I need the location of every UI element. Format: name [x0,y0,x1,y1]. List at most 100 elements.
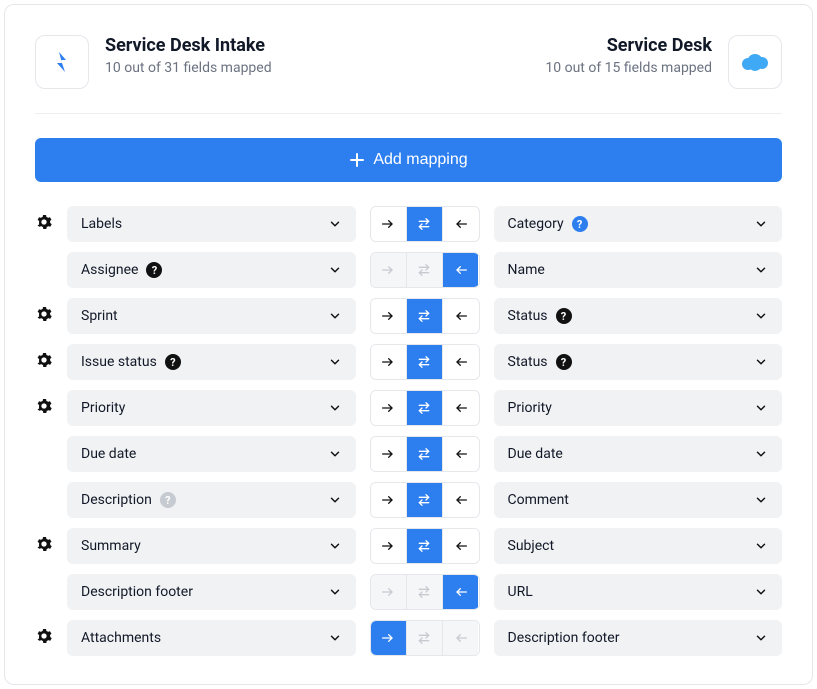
direction-right-button[interactable] [371,529,407,563]
target-field-select[interactable]: Category? [494,206,783,242]
mapping-row: Summary Subject [35,528,782,564]
gear-col [35,352,53,372]
source-field-label: Assignee [81,262,138,278]
source-field-label: Issue status [81,354,157,370]
row-settings-button[interactable] [36,398,52,418]
direction-right-button[interactable] [371,621,407,655]
source-field-select[interactable]: Issue status? [67,344,356,380]
source-field-select[interactable]: Assignee? [67,252,356,288]
chevron-down-icon [328,585,342,599]
direction-left-button[interactable] [443,391,478,425]
direction-toggle [370,206,480,242]
row-settings-button[interactable] [36,628,52,648]
direction-right-button[interactable] [371,207,407,241]
chevron-down-icon [328,217,342,231]
direction-right-button[interactable] [371,391,407,425]
direction-both-button[interactable] [407,345,443,379]
direction-toggle [370,298,480,334]
gear-col [35,628,53,648]
direction-both-button[interactable] [407,207,443,241]
target-field-label: Description footer [508,630,620,646]
chevron-down-icon [754,585,768,599]
gear-icon [36,214,52,230]
target-field-select[interactable]: Due date [494,436,783,472]
chevron-down-icon [328,631,342,645]
source-field-select[interactable]: Priority [67,390,356,426]
source-field-label: Summary [81,538,141,554]
direction-toggle [370,252,480,288]
row-settings-button[interactable] [36,352,52,372]
target-field-select[interactable]: Status? [494,298,783,334]
direction-both-button[interactable] [407,391,443,425]
direction-both-button[interactable] [407,529,443,563]
direction-left-button[interactable] [443,575,478,609]
header-left: Service Desk Intake 10 out of 31 fields … [35,35,272,89]
info-badge-icon: ? [572,216,588,232]
direction-both-button[interactable] [407,437,443,471]
target-field-select[interactable]: Comment [494,482,783,518]
direction-right-button[interactable] [371,483,407,517]
row-settings-button[interactable] [36,536,52,556]
direction-left-button[interactable] [443,207,478,241]
direction-left-button[interactable] [443,299,478,333]
target-field-label: Status [508,308,548,324]
direction-toggle [370,620,480,656]
source-field-select[interactable]: Sprint [67,298,356,334]
target-field-select[interactable]: Subject [494,528,783,564]
target-app-icon [728,35,782,89]
direction-left-button[interactable] [443,483,478,517]
info-badge-icon: ? [160,492,176,508]
source-field-select[interactable]: Description footer [67,574,356,610]
direction-right-button[interactable] [371,299,407,333]
gear-col [35,398,53,418]
target-title-block: Service Desk 10 out of 15 fields mapped [545,35,712,76]
add-mapping-button[interactable]: Add mapping [35,138,782,182]
target-field-select[interactable]: Priority [494,390,783,426]
direction-right-button[interactable] [371,345,407,379]
gear-col [35,536,53,556]
direction-both-button[interactable] [407,299,443,333]
direction-both-button [407,253,443,287]
target-field-select[interactable]: Status? [494,344,783,380]
direction-toggle [370,390,480,426]
chevron-down-icon [328,447,342,461]
direction-both-button[interactable] [407,483,443,517]
mapping-rows: Labels Category? Assignee? Name Sprint Status… [35,206,782,656]
direction-left-button[interactable] [443,345,478,379]
source-field-select[interactable]: Labels [67,206,356,242]
row-settings-button[interactable] [36,214,52,234]
chevron-down-icon [328,493,342,507]
chevron-down-icon [754,355,768,369]
direction-right-button[interactable] [371,437,407,471]
target-field-select[interactable]: URL [494,574,783,610]
direction-toggle [370,528,480,564]
direction-both-button [407,621,443,655]
source-subtitle: 10 out of 31 fields mapped [105,60,272,76]
source-field-select[interactable]: Due date [67,436,356,472]
direction-left-button[interactable] [443,437,478,471]
gear-icon [36,398,52,414]
direction-toggle [370,436,480,472]
direction-left-button[interactable] [443,253,478,287]
chevron-down-icon [754,493,768,507]
direction-right-button [371,253,407,287]
direction-left-button[interactable] [443,529,478,563]
source-field-select[interactable]: Description? [67,482,356,518]
gear-icon [36,352,52,368]
source-field-select[interactable]: Attachments [67,620,356,656]
source-field-select[interactable]: Summary [67,528,356,564]
source-field-label: Priority [81,400,125,416]
target-field-label: Comment [508,492,569,508]
chevron-down-icon [754,539,768,553]
mapping-row: Priority Priority [35,390,782,426]
target-field-label: Status [508,354,548,370]
direction-right-button [371,575,407,609]
target-field-select[interactable]: Description footer [494,620,783,656]
header-right: Service Desk 10 out of 15 fields mapped [545,35,782,89]
gear-col [35,306,53,326]
source-field-label: Description [81,492,152,508]
row-settings-button[interactable] [36,306,52,326]
target-field-select[interactable]: Name [494,252,783,288]
info-badge-icon: ? [165,354,181,370]
source-title-block: Service Desk Intake 10 out of 31 fields … [105,35,272,76]
